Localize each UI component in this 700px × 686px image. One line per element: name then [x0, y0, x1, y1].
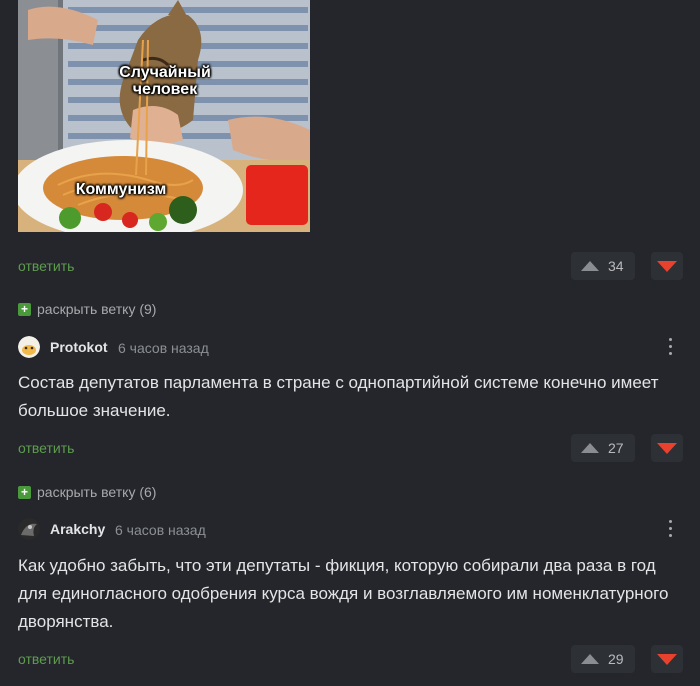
- comment-header: Protokot 6 часов назад: [18, 336, 682, 360]
- comment-actions-2: ответить 29: [18, 645, 683, 673]
- expand-plus-icon: +: [18, 302, 31, 316]
- avatar[interactable]: [18, 336, 40, 358]
- downvote-button[interactable]: [651, 434, 683, 462]
- vote-count: 34: [608, 258, 624, 274]
- expand-thread-button[interactable]: + раскрыть ветку (9): [18, 301, 156, 317]
- expand-thread-label: раскрыть ветку (9): [37, 301, 157, 317]
- expand-plus-icon: +: [18, 485, 31, 499]
- reply-button[interactable]: ответить: [18, 258, 74, 274]
- comment-text: Как удобно забыть, что эти депутаты - фи…: [18, 556, 669, 631]
- upvote-icon: [581, 443, 599, 453]
- comment-actions-1: ответить 27: [18, 434, 683, 462]
- meme-image[interactable]: Случайный человек Коммунизм: [18, 0, 310, 232]
- avatar[interactable]: [18, 518, 40, 540]
- downvote-button[interactable]: [651, 645, 683, 673]
- comment-actions-0: ответить 34: [18, 252, 683, 280]
- avatar-image: [18, 518, 40, 540]
- upvote-icon: [581, 261, 599, 271]
- upvote-button[interactable]: 29: [571, 645, 635, 673]
- reply-button[interactable]: ответить: [18, 440, 74, 456]
- expand-thread-label: раскрыть ветку (6): [37, 484, 157, 500]
- more-vertical-icon[interactable]: [668, 520, 672, 540]
- upvote-icon: [581, 654, 599, 664]
- avatar-image: [18, 336, 40, 358]
- comment-header: Arakchy 6 часов назад: [18, 518, 682, 542]
- comment-time: 6 часов назад: [115, 522, 206, 538]
- meme-caption-top: Случайный человек: [119, 64, 211, 98]
- downvote-icon: [657, 261, 677, 272]
- downvote-button[interactable]: [651, 252, 683, 280]
- comment-time: 6 часов назад: [118, 340, 209, 356]
- vote-count: 29: [608, 651, 624, 667]
- expand-thread-button[interactable]: + раскрыть ветку (6): [18, 484, 156, 500]
- upvote-button[interactable]: 27: [571, 434, 635, 462]
- downvote-icon: [657, 654, 677, 665]
- comment-author[interactable]: Arakchy: [50, 521, 105, 537]
- vote-count: 27: [608, 440, 624, 456]
- upvote-button[interactable]: 34: [571, 252, 635, 280]
- downvote-icon: [657, 443, 677, 454]
- comment-author[interactable]: Protokot: [50, 339, 108, 355]
- more-vertical-icon[interactable]: [668, 338, 672, 358]
- reply-button[interactable]: ответить: [18, 651, 74, 667]
- comment-text: Состав депутатов парламента в стране с о…: [18, 373, 659, 420]
- meme-caption-bottom: Коммунизм: [75, 181, 167, 198]
